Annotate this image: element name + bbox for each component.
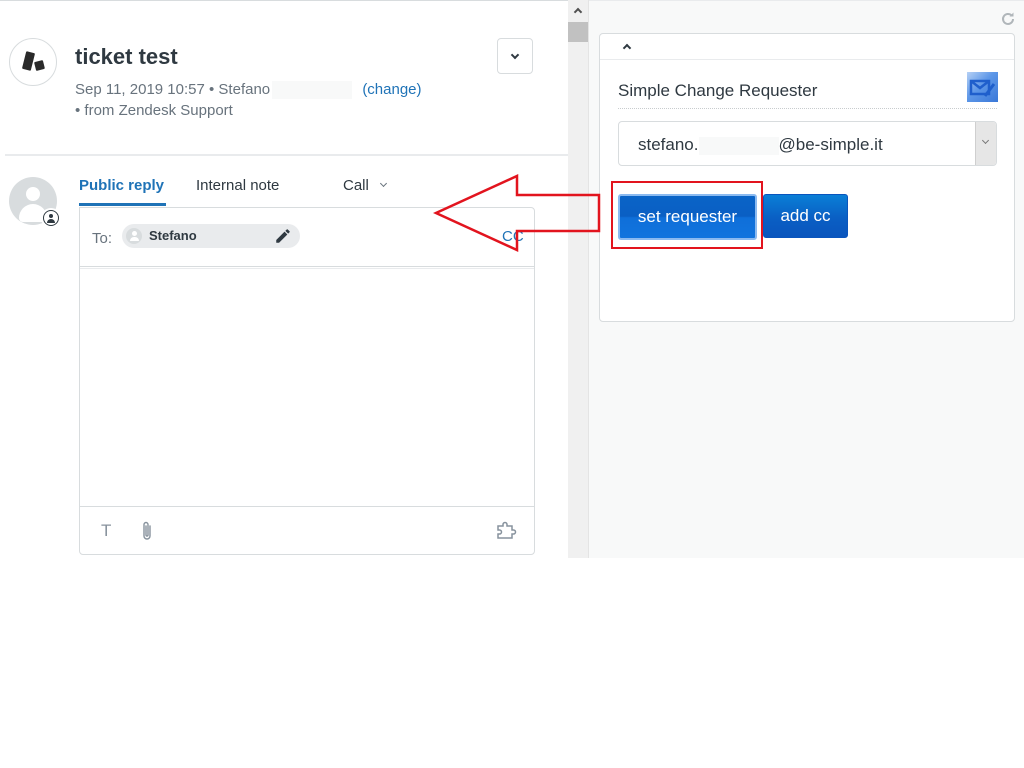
scroll-up-button[interactable] bbox=[568, 0, 588, 20]
tab-call[interactable]: Call bbox=[343, 177, 387, 194]
envelope-logo-icon bbox=[967, 72, 998, 102]
ticket-title: ticket test bbox=[75, 44, 178, 69]
recipient-row: To: Stefano CC bbox=[80, 208, 534, 267]
ticket-options-button[interactable] bbox=[497, 38, 533, 74]
scrollbar[interactable] bbox=[568, 0, 589, 558]
tab-call-label: Call bbox=[343, 177, 369, 194]
reply-body-input[interactable] bbox=[80, 268, 534, 507]
header-divider bbox=[5, 154, 568, 156]
chevron-up-icon bbox=[573, 7, 583, 17]
recipient-chip[interactable]: Stefano bbox=[122, 224, 300, 248]
app-title: Simple Change Requester bbox=[618, 81, 818, 100]
zendesk-logo-icon bbox=[9, 38, 57, 86]
app-card: Simple Change Requester stefano. @be-simp… bbox=[599, 33, 1015, 322]
to-label: To: bbox=[92, 230, 113, 247]
redacted-name bbox=[272, 81, 353, 100]
chevron-down-icon bbox=[379, 179, 387, 188]
puzzle-icon[interactable] bbox=[496, 521, 518, 541]
composer-toolbar: T bbox=[80, 506, 534, 555]
set-requester-button[interactable]: set requester bbox=[618, 194, 757, 240]
tab-internal-note[interactable]: Internal note bbox=[196, 177, 279, 194]
chevron-down-icon bbox=[981, 136, 990, 145]
reply-composer: To: Stefano CC T bbox=[79, 207, 535, 555]
change-requester-link[interactable]: (change) bbox=[362, 81, 421, 98]
apps-sidebar: Simple Change Requester stefano. @be-simp… bbox=[589, 0, 1024, 558]
paperclip-icon[interactable] bbox=[140, 520, 154, 542]
chevron-down-icon bbox=[510, 50, 520, 59]
reload-icon[interactable] bbox=[1000, 11, 1016, 27]
email-select-value: stefano. @be-simple.it bbox=[638, 135, 883, 155]
pencil-icon[interactable] bbox=[274, 227, 292, 245]
chevron-up-icon bbox=[622, 43, 632, 53]
title-divider bbox=[618, 108, 997, 109]
agent-role-icon bbox=[41, 208, 61, 228]
ticket-meta: Sep 11, 2019 10:57 • Stefano (change) • … bbox=[75, 79, 422, 121]
ticket-meta-channel: • from Zendesk Support bbox=[75, 102, 233, 119]
tab-public-reply[interactable]: Public reply bbox=[79, 177, 167, 206]
ticket-pane: ticket test Sep 11, 2019 10:57 • Stefano… bbox=[0, 0, 568, 558]
recipient-avatar-icon bbox=[126, 228, 142, 244]
scrollbar-thumb[interactable] bbox=[568, 22, 588, 42]
requester-email-select[interactable]: stefano. @be-simple.it bbox=[618, 121, 997, 166]
ticket-meta-date-author: Sep 11, 2019 10:57 • Stefano bbox=[75, 81, 271, 98]
collapse-app-button[interactable] bbox=[600, 34, 1014, 60]
cc-link[interactable]: CC bbox=[502, 228, 524, 245]
add-cc-button[interactable]: add cc bbox=[763, 194, 848, 238]
text-format-icon[interactable]: T bbox=[101, 521, 111, 541]
recipient-name: Stefano bbox=[149, 228, 197, 243]
select-dropdown-button[interactable] bbox=[975, 122, 996, 165]
